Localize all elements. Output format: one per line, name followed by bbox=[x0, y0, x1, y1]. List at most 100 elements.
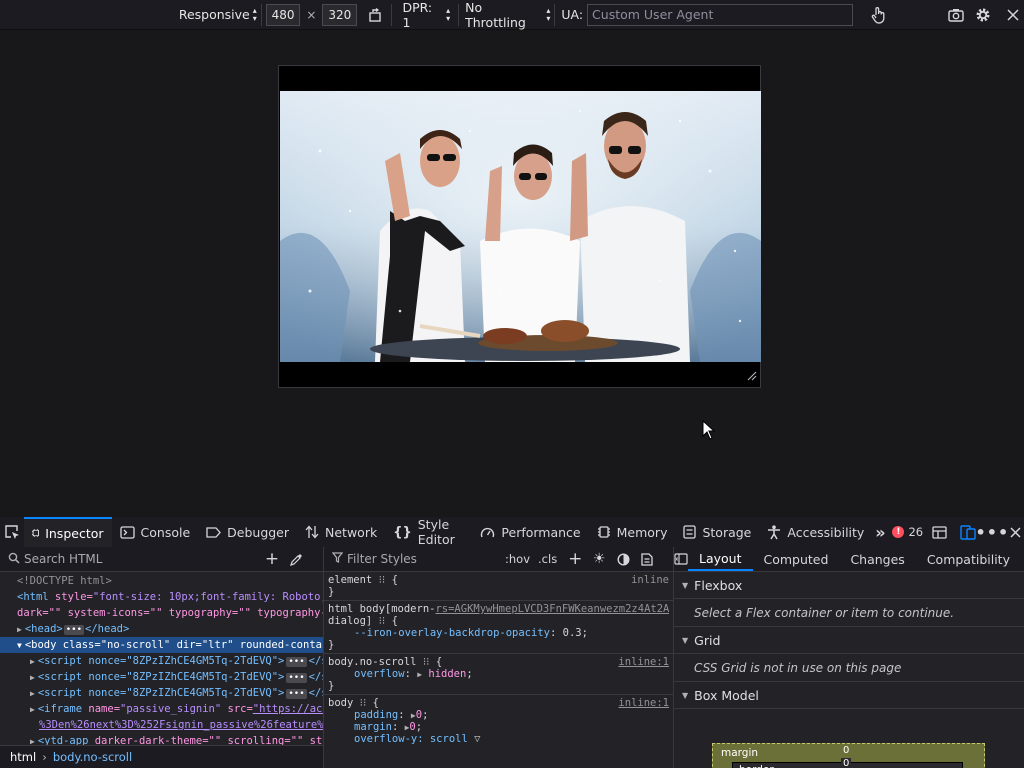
tab-layout[interactable]: Layout bbox=[688, 547, 753, 571]
dark-scheme-contrast-icon[interactable] bbox=[611, 552, 635, 566]
throttling-select[interactable]: No Throttling ▴ ▾ bbox=[465, 0, 551, 30]
box-model-border[interactable]: border 0 bbox=[732, 758, 963, 768]
margin-top-value[interactable]: 0 bbox=[843, 745, 849, 756]
close-rdm-icon[interactable] bbox=[1003, 4, 1024, 26]
flexbox-section-header[interactable]: ▼ Flexbox bbox=[674, 572, 1024, 599]
grid-icon: ⁝⁝ bbox=[378, 574, 386, 586]
grid-icon: ⁝⁝ bbox=[378, 615, 386, 627]
ellipsis-badge[interactable]: ••• bbox=[286, 673, 307, 683]
viewport-width-input[interactable]: 480 bbox=[265, 3, 301, 26]
margin-label: margin bbox=[721, 747, 759, 759]
user-agent-input[interactable]: Custom User Agent bbox=[587, 3, 853, 26]
tab-accessibility[interactable]: Accessibility bbox=[759, 517, 872, 547]
dpr-select[interactable]: DPR: 1 ▴ ▾ bbox=[402, 0, 450, 30]
breadcrumb-separator-icon: › bbox=[42, 750, 47, 764]
ellipsis-badge[interactable]: ••• bbox=[286, 657, 307, 667]
video-thumbnail[interactable] bbox=[280, 91, 761, 362]
updown-icon: ▴ ▾ bbox=[252, 5, 257, 23]
tab-computed[interactable]: Computed bbox=[753, 547, 840, 571]
tab-network[interactable]: Network bbox=[297, 517, 385, 547]
tab-memory[interactable]: Memory bbox=[589, 517, 676, 547]
tree-iframe[interactable]: ▶ <iframe name="passive_signin" src="http… bbox=[0, 701, 323, 717]
device-viewport-frame[interactable] bbox=[278, 65, 761, 388]
ellipsis-badge[interactable]: ••• bbox=[63, 625, 85, 635]
collapse-arrow-icon[interactable]: ▼ bbox=[17, 641, 22, 650]
close-devtools-icon[interactable] bbox=[1006, 517, 1024, 547]
expand-arrow-icon[interactable]: ▶ bbox=[17, 625, 22, 634]
touch-simulation-icon[interactable] bbox=[869, 4, 890, 26]
breadcrumb-item-html[interactable]: html bbox=[10, 750, 36, 764]
ellipsis-badge[interactable]: ••• bbox=[286, 689, 307, 699]
tree-script[interactable]: ▶ <script nonce="8ZPzIZhCE4GM5Tq-2TdEVQ">… bbox=[0, 685, 323, 701]
element-picker-icon[interactable] bbox=[0, 517, 24, 547]
more-options-icon[interactable]: ••• bbox=[976, 517, 1009, 547]
rule-html-body: html body[modern- rs=AGKMywHmepLVCD3FnFW… bbox=[324, 601, 673, 654]
rule-element: element ⁝⁝ { inline } bbox=[324, 572, 673, 601]
tab-console[interactable]: Console bbox=[112, 517, 199, 547]
add-node-icon[interactable]: + bbox=[260, 549, 284, 569]
expand-arrow-icon[interactable]: ▶ bbox=[30, 705, 35, 714]
markup-toolbar: Search HTML + bbox=[0, 547, 323, 572]
grid-icon: ⁝⁝ bbox=[422, 656, 430, 668]
throttling-label: No Throttling bbox=[465, 0, 526, 30]
tree-doctype[interactable]: <!DOCTYPE html> bbox=[0, 573, 323, 589]
add-rule-icon[interactable]: + bbox=[563, 549, 587, 569]
tab-label: Network bbox=[325, 524, 378, 540]
collapse-arrow-icon: ▼ bbox=[682, 580, 689, 590]
tab-inspector[interactable]: Inspector bbox=[23, 517, 112, 547]
device-select[interactable]: Responsive ▴ ▾ bbox=[179, 4, 257, 26]
tree-head[interactable]: ▶ <head> ••• </head> bbox=[0, 621, 323, 637]
breadcrumb-item-body[interactable]: body.no-scroll bbox=[53, 750, 132, 764]
memory-chip-icon bbox=[597, 526, 610, 538]
dimension-separator: × bbox=[306, 7, 317, 22]
updown-icon: ▴ ▾ bbox=[546, 5, 551, 23]
settings-gear-icon[interactable] bbox=[973, 4, 994, 26]
performance-gauge-icon bbox=[481, 527, 495, 537]
tree-iframe-cont[interactable]: %3Den%26next%3D%252Fsignin_passive%26fea… bbox=[0, 717, 323, 733]
expand-arrow-icon[interactable]: ▶ bbox=[30, 673, 35, 682]
sidebar-tabs: Layout Computed Changes Compatibility ▼ bbox=[674, 547, 1024, 572]
rules-toolbar: Filter Styles :hov .cls + ☀ bbox=[324, 547, 673, 572]
tree-html-cont[interactable]: dark="" system-icons="" typography="" ty… bbox=[0, 605, 323, 621]
filter-styles-input[interactable]: Filter Styles bbox=[347, 552, 505, 566]
rotate-icon[interactable] bbox=[366, 6, 383, 24]
layout-panel: Layout Computed Changes Compatibility ▼ … bbox=[674, 547, 1024, 768]
storage-icon bbox=[683, 525, 697, 539]
tab-label: Style Editor bbox=[417, 517, 455, 547]
markup-panel: Search HTML + <!DOCTYPE html> <html styl… bbox=[0, 547, 324, 768]
hov-toggle[interactable]: :hov bbox=[505, 552, 530, 566]
split-console-icon[interactable] bbox=[931, 517, 949, 547]
filter-icon: ▽ bbox=[474, 733, 481, 745]
border-top-value[interactable]: 0 bbox=[841, 758, 852, 768]
tab-storage[interactable]: Storage bbox=[675, 517, 759, 547]
tree-body-selected[interactable]: ▼ <body class="no-scroll" dir="ltr" round… bbox=[0, 637, 323, 653]
error-count-badge[interactable]: ! 26 bbox=[892, 525, 923, 539]
console-icon bbox=[119, 525, 135, 539]
cls-toggle[interactable]: .cls bbox=[538, 552, 557, 566]
search-html-input[interactable]: Search HTML bbox=[24, 552, 260, 566]
screenshot-icon[interactable] bbox=[946, 4, 967, 26]
box-model-section-header[interactable]: ▼ Box Model bbox=[674, 682, 1024, 709]
box-model-margin[interactable]: margin 0 border 0 bbox=[712, 743, 985, 768]
expand-arrow-icon[interactable]: ▶ bbox=[30, 657, 35, 666]
tab-style-editor[interactable]: {} Style Editor bbox=[385, 517, 472, 547]
tab-changes[interactable]: Changes bbox=[839, 547, 915, 571]
tree-html[interactable]: <html style="font-size: 10px;font-family… bbox=[0, 589, 323, 605]
expand-arrow-icon[interactable]: ▶ bbox=[30, 689, 35, 698]
print-media-icon[interactable] bbox=[635, 552, 659, 566]
toggle-sidebar-icon[interactable] bbox=[674, 553, 688, 565]
tree-script[interactable]: ▶ <script nonce="8ZPzIZhCE4GM5Tq-2TdEVQ">… bbox=[0, 669, 323, 685]
tab-performance[interactable]: Performance bbox=[472, 517, 588, 547]
tab-label: Inspector bbox=[45, 525, 104, 541]
eyedropper-icon[interactable] bbox=[284, 553, 308, 566]
light-scheme-sun-icon[interactable]: ☀ bbox=[587, 551, 611, 567]
more-tabs-chevron-icon[interactable]: » bbox=[872, 517, 888, 547]
viewport-height-input[interactable]: 320 bbox=[322, 3, 358, 26]
tab-compatibility[interactable]: Compatibility bbox=[916, 547, 1021, 571]
tab-debugger[interactable]: Debugger bbox=[198, 517, 297, 547]
grid-section-header[interactable]: ▼ Grid bbox=[674, 627, 1024, 654]
grid-message: CSS Grid is not in use on this page bbox=[674, 654, 1024, 682]
responsive-design-mode-icon[interactable] bbox=[959, 517, 977, 547]
resize-handle-icon[interactable] bbox=[745, 369, 757, 384]
tree-script[interactable]: ▶ <script nonce="8ZPzIZhCE4GM5Tq-2TdEVQ">… bbox=[0, 653, 323, 669]
